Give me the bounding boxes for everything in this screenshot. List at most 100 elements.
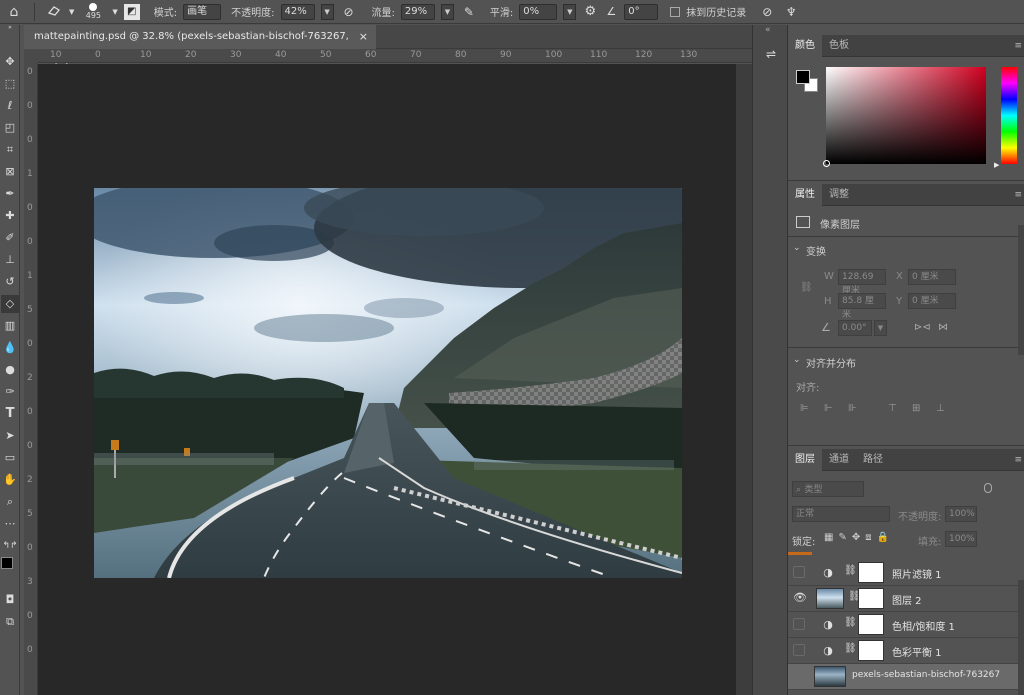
visibility-toggle[interactable] [793, 618, 805, 630]
path-select-tool-icon[interactable]: ➤ [1, 427, 19, 445]
chevron-down-icon[interactable]: ⌄ [793, 243, 801, 253]
visibility-toggle[interactable] [793, 566, 805, 578]
align-left-icon[interactable]: ⊫ [800, 403, 809, 414]
angle-dropdown[interactable]: ▼ [874, 320, 887, 336]
eraser-tool-icon[interactable]: ◇ [1, 295, 19, 313]
layer-row[interactable]: ◑ ⛓ 色彩平衡 1 [788, 638, 1018, 664]
hue-slider-thumb[interactable]: ▶ [994, 161, 999, 169]
chevron-down-icon[interactable]: ⌄ [793, 355, 801, 365]
opacity-input[interactable]: 42% [280, 3, 315, 20]
marquee-tool-icon[interactable]: ⬚ [1, 75, 19, 93]
panel-menu-icon[interactable]: ≡ [1014, 41, 1022, 51]
tab-paths[interactable]: 路径 [856, 449, 890, 471]
color-picker-cursor[interactable] [823, 160, 830, 167]
color-picker-field[interactable] [823, 67, 986, 167]
object-select-tool-icon[interactable]: ◰ [1, 119, 19, 137]
angle-input[interactable]: 0° [624, 3, 659, 20]
dodge-tool-icon[interactable]: ● [1, 361, 19, 379]
layer-thumbnail[interactable] [814, 666, 846, 687]
tab-channels[interactable]: 通道 [822, 449, 856, 471]
more-tools-icon[interactable]: ⋯ [1, 515, 19, 533]
x-field[interactable]: 0 厘米 [908, 269, 956, 285]
align-bottom-icon[interactable]: ⊥ [936, 403, 945, 414]
blend-mode-select[interactable]: 正常 [792, 506, 890, 522]
history-brush-tool-icon[interactable]: ↺ [1, 273, 19, 291]
lasso-tool-icon[interactable]: ℓ [1, 97, 19, 115]
document-canvas[interactable] [94, 188, 682, 578]
visibility-toggle[interactable] [793, 644, 805, 656]
layer-mask-thumbnail[interactable] [858, 640, 884, 661]
tab-adjustments[interactable]: 调整 [822, 184, 856, 206]
chevron-down-icon[interactable]: ▼ [69, 8, 74, 16]
layer-opacity-input[interactable]: 100% [945, 506, 977, 522]
color-foreground-swatch[interactable] [796, 70, 810, 84]
layer-filter-select[interactable]: ⌕ 类型 [792, 481, 864, 497]
mask-link-icon[interactable]: ⛓ [844, 565, 857, 576]
gear-icon[interactable]: ⚙ [582, 4, 598, 19]
mask-link-icon[interactable]: ⛓ [844, 617, 857, 628]
properties-scrollbar[interactable] [1018, 225, 1024, 355]
brush-size-preset[interactable]: 495 [80, 1, 106, 23]
layer-row[interactable]: pexels-sebastian-bischof-763267 [788, 664, 1018, 690]
airbrush-icon[interactable]: ✎ [460, 5, 478, 19]
align-center-h-icon[interactable]: ⊩ [824, 403, 833, 414]
tab-properties[interactable]: 属性 [788, 184, 822, 206]
panel-menu-icon[interactable]: ≡ [1014, 455, 1022, 465]
angle-field[interactable]: 0.00° [838, 320, 872, 336]
rectangle-tool-icon[interactable]: ▭ [1, 449, 19, 467]
history-panel-icon[interactable]: ⇌ [762, 45, 780, 63]
align-top-icon[interactable]: ⊤ [888, 403, 897, 414]
flip-horizontal-icon[interactable]: ⊳⊲ [914, 322, 931, 333]
type-tool-icon[interactable]: T [1, 405, 19, 423]
flow-dropdown[interactable]: ▼ [440, 3, 454, 20]
close-icon[interactable]: × [359, 25, 368, 49]
hand-tool-icon[interactable]: ✋ [1, 471, 19, 489]
mask-link-icon[interactable]: ⛓ [844, 643, 857, 654]
align-right-icon[interactable]: ⊪ [848, 403, 857, 414]
flip-vertical-icon[interactable]: ⋈ [938, 322, 948, 333]
smooth-dropdown[interactable]: ▼ [563, 3, 577, 20]
pen-tool-icon[interactable]: ✑ [1, 383, 19, 401]
layer-mask-thumbnail[interactable] [858, 588, 884, 609]
pressure-size-icon[interactable]: ⊘ [758, 5, 776, 19]
erase-history-checkbox[interactable] [670, 6, 681, 17]
eraser-icon[interactable] [45, 4, 63, 19]
visibility-toggle[interactable] [793, 670, 805, 682]
layer-mask-thumbnail[interactable] [858, 614, 884, 635]
width-field[interactable]: 128.69 厘米 [838, 269, 886, 296]
clone-stamp-tool-icon[interactable]: ⊥ [1, 251, 19, 269]
layer-row[interactable]: ◑ ⛓ 色相/饱和度 1 [788, 612, 1018, 638]
crop-tool-icon[interactable]: ⌗ [1, 141, 19, 159]
healing-brush-tool-icon[interactable]: ✚ [1, 207, 19, 225]
layer-row[interactable]: ◑ ⛓ 照片滤镜 1 [788, 560, 1018, 586]
hue-slider[interactable] [1001, 67, 1017, 164]
zoom-tool-icon[interactable]: ⌕ [1, 493, 19, 511]
mode-select[interactable]: 画笔 [183, 3, 222, 20]
opacity-dropdown[interactable]: ▼ [320, 3, 334, 20]
eyedropper-tool-icon[interactable]: ✒ [1, 185, 19, 203]
panel-menu-icon[interactable]: ≡ [1014, 190, 1022, 200]
home-icon[interactable]: ⌂ [4, 4, 24, 20]
lock-options-icon[interactable]: ▦✎✥⧈🔒 [824, 532, 894, 543]
chevron-down-icon[interactable]: ▼ [112, 8, 117, 16]
tab-color[interactable]: 颜色 [788, 35, 822, 57]
move-tool-icon[interactable]: ✥ [1, 53, 19, 71]
layer-thumbnail[interactable] [816, 588, 844, 609]
height-field[interactable]: 85.8 厘米 [838, 293, 886, 320]
flow-input[interactable]: 29% [400, 3, 435, 20]
layer-mask-thumbnail[interactable] [858, 562, 884, 583]
fill-input[interactable]: 100% [945, 531, 977, 547]
frame-tool-icon[interactable]: ⊠ [1, 163, 19, 181]
y-field[interactable]: 0 厘米 [908, 293, 956, 309]
dock-collapse-icon[interactable]: « [765, 25, 771, 35]
pressure-opacity-icon[interactable]: ⊘ [340, 5, 358, 19]
align-middle-v-icon[interactable]: ⊞ [912, 403, 920, 414]
screen-mode-icon[interactable]: ⧉ [1, 613, 19, 631]
eye-icon[interactable]: 👁 [793, 591, 807, 604]
link-dimensions-icon[interactable]: ⛓ [800, 282, 813, 293]
brush-settings-icon[interactable]: ◩ [123, 3, 140, 20]
document-tab[interactable]: mattepainting.psd @ 32.8% (pexels-sebast… [24, 25, 376, 66]
quick-mask-icon[interactable]: ◘ [1, 591, 19, 609]
toolbar-collapse-icon[interactable]: » [1, 25, 19, 31]
brush-tool-icon[interactable]: ✐ [1, 229, 19, 247]
